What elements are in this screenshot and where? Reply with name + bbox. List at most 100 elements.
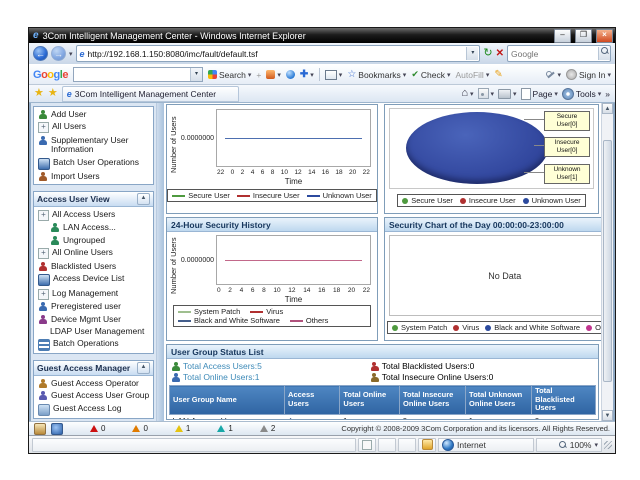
sidebar-item-supplementary-user-information[interactable]: Supplementary User Information	[34, 133, 153, 155]
close-button[interactable]: ×	[596, 29, 613, 43]
highlighter-pen-icon[interactable]: ✎	[494, 70, 502, 80]
toolbar-wrench-button[interactable]: ▾	[546, 70, 562, 80]
sidebar-item-ungrouped[interactable]: Ungrouped	[34, 233, 153, 246]
collapse-icon[interactable]: ▲	[137, 193, 150, 205]
info-alarm-badge[interactable]: 2	[260, 424, 275, 433]
tools-menu-button[interactable]: Tools▾	[562, 88, 601, 100]
restore-button[interactable]: ❐	[575, 29, 592, 43]
col-access-users[interactable]: Access Users	[285, 386, 340, 415]
sidebar-item-batch-operations[interactable]: Batch Operations	[34, 337, 153, 352]
tab-favicon: e	[67, 89, 72, 99]
search-go-icon[interactable]	[598, 47, 610, 60]
sidebar-item-all-users[interactable]: +All Users	[34, 120, 153, 134]
warning-alarm-badge[interactable]: 1	[217, 424, 232, 433]
insecure-user-line-icon	[237, 195, 250, 197]
feeds-button[interactable]: ▾	[478, 88, 495, 99]
google-search-input[interactable]: ▾	[73, 67, 203, 82]
table-header-row: User Group Name Access Users Total Onlin…	[170, 386, 596, 415]
check-button[interactable]: ✔Check▾	[411, 69, 450, 80]
sidebar-item-all-online-users[interactable]: +All Online Users	[34, 246, 153, 260]
bookmarks-button[interactable]: ☆Bookmarks▾	[347, 69, 406, 80]
col-total-insecure-online-users[interactable]: Total Insecure Online Users	[400, 386, 466, 415]
add-favorite-icon[interactable]: ★	[48, 88, 58, 99]
sidebar-item-preregistered-user[interactable]: Preregistered user	[34, 300, 153, 313]
popup-blocker-icon[interactable]: ▾	[325, 70, 343, 80]
sidebar-item-batch-user-operations[interactable]: Batch User Operations	[34, 155, 153, 170]
home-button[interactable]: ⌂▾	[461, 88, 473, 99]
stop-icon[interactable]: ✕	[496, 48, 504, 59]
sidebar-item-access-device-list[interactable]: Access Device List	[34, 272, 153, 287]
user-history-chart-panel: Number of Users 0.0000000 22024681012141…	[166, 104, 378, 214]
google-search-dropdown-icon[interactable]: ▾	[190, 68, 202, 81]
sidebar-item-all-access-users[interactable]: +All Access Users	[34, 207, 153, 221]
collapse-icon[interactable]: ▲	[137, 362, 150, 374]
pagerank-globe-icon[interactable]	[286, 70, 295, 79]
sidebar-item-guest-access-operator[interactable]: Guest Access Operator	[34, 376, 153, 389]
col-total-blacklisted-users[interactable]: Total Blacklisted Users	[532, 386, 596, 415]
back-button[interactable]: ←	[33, 46, 48, 61]
address-dropdown-icon[interactable]: ▾	[466, 47, 478, 60]
access-user-view-header[interactable]: Access User View ▲	[34, 192, 153, 207]
total-online-users-link[interactable]: Total Online Users:1	[183, 372, 260, 382]
internet-globe-icon	[442, 439, 454, 451]
cell-access-users[interactable]: 4	[285, 414, 340, 420]
blacklist-icon	[38, 262, 48, 272]
y-axis-tick: 0.0000000	[179, 235, 216, 285]
chart-legend: System Patch Virus Black and White Softw…	[173, 305, 371, 327]
col-total-unknown-online-users[interactable]: Total Unknown Online Users	[466, 386, 532, 415]
address-input[interactable]	[88, 49, 464, 59]
forward-button[interactable]: →	[51, 46, 66, 61]
sidebar-item-add-user[interactable]: Add User	[34, 107, 153, 120]
sidebar-item-log-management[interactable]: +Log Management	[34, 286, 153, 300]
signin-button[interactable]: Sign In▾	[566, 69, 611, 80]
sitewrench-icon[interactable]: ▾	[266, 70, 281, 79]
toolbar-plus-icon[interactable]: +	[256, 70, 261, 80]
acknowledge-icon[interactable]	[51, 423, 63, 435]
sidebar-item-device-mgmt-user[interactable]: Device Mgmt User	[34, 312, 153, 325]
unknown-user-series-line	[225, 138, 363, 139]
cell-online-users: 1	[340, 414, 400, 420]
y-axis-label: Number of Users	[169, 235, 179, 297]
google-search-button[interactable]: Search▾	[208, 70, 251, 80]
user-pie-chart-panel: SecureUser[0] InsecureUser[0] UnknownUse…	[384, 104, 599, 214]
col-total-online-users[interactable]: Total Online Users	[340, 386, 400, 415]
vertical-scrollbar[interactable]: ▲ ▼	[601, 103, 613, 421]
major-alarm-badge[interactable]: 0	[132, 424, 147, 433]
browser-tab[interactable]: e 3Com Intelligent Management Center	[62, 86, 239, 102]
add-gadget-icon[interactable]: ✚▾	[300, 70, 314, 79]
sidebar-item-import-users[interactable]: Import Users	[34, 170, 153, 183]
autofill-button[interactable]: AutoFill▾	[455, 70, 489, 80]
minor-alarm-badge[interactable]: 1	[175, 424, 190, 433]
search-input[interactable]	[508, 49, 598, 59]
total-access-users-link[interactable]: Total Access Users:5	[183, 361, 262, 371]
sidebar-item-blacklisted-users[interactable]: Blacklisted Users	[34, 259, 153, 272]
more-toolbar-button[interactable]: »	[605, 89, 610, 99]
user-group-table: User Group Name Access Users Total Onlin…	[169, 385, 596, 420]
refresh-icon[interactable]: ↻	[483, 48, 492, 59]
critical-alarm-badge[interactable]: 0	[90, 424, 105, 433]
scroll-up-icon[interactable]: ▲	[602, 103, 613, 114]
black-white-software-dot-icon	[485, 325, 491, 331]
sidebar-item-ldap-user-management[interactable]: LDAP User Management	[34, 325, 153, 337]
minimize-button[interactable]: –	[554, 29, 571, 43]
col-user-group-name[interactable]: User Group Name	[170, 386, 285, 415]
scroll-down-icon[interactable]: ▼	[602, 410, 613, 421]
report-icon[interactable]	[34, 423, 46, 435]
sidebar-item-guest-access-log[interactable]: Guest Access Log	[34, 401, 153, 416]
page-menu-button[interactable]: Page▾	[521, 88, 558, 100]
sidebar-splitter[interactable]	[156, 103, 164, 421]
guest-access-manager-header[interactable]: Guest Access Manager ▲	[34, 361, 153, 376]
favorites-center-icon[interactable]: ★	[34, 88, 44, 99]
sidebar-item-lan-access[interactable]: LAN Access...	[34, 221, 153, 234]
security-zone[interactable]: Internet	[438, 438, 534, 452]
zoom-control[interactable]: 100%▾	[536, 438, 602, 452]
x-axis-label: Time	[216, 176, 371, 186]
alarm-strip: 0 0 1 1 2 Copyright © 2008-2009 3Com Cor…	[29, 421, 615, 435]
resize-grip[interactable]	[604, 441, 612, 449]
print-button[interactable]: ▾	[498, 89, 517, 99]
history-dropdown-icon[interactable]: ▾	[69, 50, 73, 58]
google-g-icon	[208, 70, 217, 79]
sidebar-item-guest-access-user-group[interactable]: Guest Access User Group	[34, 389, 153, 402]
x-axis-ticks: 0246810121416182022	[216, 285, 371, 294]
scrollbar-thumb[interactable]	[603, 140, 612, 382]
